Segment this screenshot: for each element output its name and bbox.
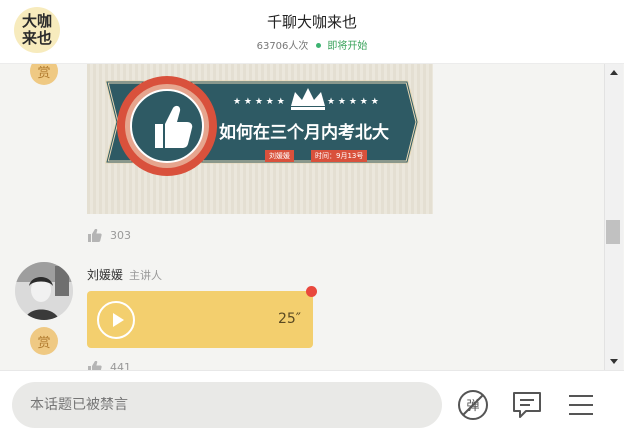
menu-button[interactable]	[564, 388, 598, 422]
svg-text:★ ★ ★ ★ ★: ★ ★ ★ ★ ★	[233, 97, 285, 107]
danmaku-off-icon: 弹	[458, 390, 488, 420]
play-button[interactable]	[97, 301, 135, 339]
scroll-thumb[interactable]	[606, 220, 620, 244]
scroll-up-arrow-icon[interactable]	[610, 70, 618, 75]
banner-like-button[interactable]: 303	[88, 229, 131, 242]
thumbs-up-icon	[88, 229, 102, 242]
reward-button[interactable]: 赏	[30, 64, 58, 85]
topic-meta: 63706人次 即将开始	[0, 37, 624, 52]
message-like-count: 441	[110, 361, 131, 370]
status-dot	[316, 43, 322, 48]
thumbs-up-icon	[88, 361, 102, 370]
course-banner-image[interactable]: ★ ★ ★ ★ ★ ★ ★ ★ ★ ★ 如何在三个月内考北大 刘媛媛 时间：9月…	[87, 64, 433, 214]
voice-duration: 25″	[277, 311, 301, 327]
page-title: 千聊大咖来也	[266, 13, 357, 31]
reward-label: 赏	[37, 65, 51, 81]
speaker-role: 主讲人	[129, 269, 163, 282]
comment-input[interactable]	[12, 382, 442, 428]
view-count: 63706人次	[256, 41, 309, 52]
comment-button[interactable]	[510, 388, 544, 422]
speaker-line: 刘媛媛 主讲人	[87, 266, 162, 283]
play-icon	[112, 313, 124, 327]
voice-message[interactable]: 25″	[87, 291, 313, 348]
reward-button-speaker[interactable]: 赏	[30, 327, 58, 355]
avatar-image	[15, 262, 73, 320]
bottom-bar: 弹	[0, 370, 624, 428]
message-like-button[interactable]: 441	[88, 361, 131, 370]
unread-dot	[306, 286, 317, 297]
comment-icon	[513, 392, 541, 418]
menu-icon	[569, 395, 593, 415]
reward-label: 赏	[37, 335, 51, 351]
banner-like-count: 303	[110, 229, 131, 242]
speaker-avatar[interactable]	[15, 262, 73, 320]
banner-speaker-tag: 刘媛媛	[265, 150, 294, 162]
danmaku-toggle-button[interactable]: 弹	[456, 388, 490, 422]
message-feed[interactable]: 赏 ★ ★ ★ ★ ★ ★ ★ ★ ★ ★ 如何在三个月内考北大 刘媛媛 时间：…	[0, 64, 604, 370]
banner-date-tag: 时间：9月13号	[311, 150, 368, 162]
scroll-down-arrow-icon[interactable]	[610, 359, 618, 364]
banner-headline: 如何在三个月内考北大	[219, 123, 389, 143]
svg-text:★ ★ ★ ★ ★: ★ ★ ★ ★ ★	[327, 97, 379, 107]
speaker-name: 刘媛媛	[87, 268, 124, 282]
feed-scrollbar[interactable]	[604, 64, 623, 370]
top-bar: 大咖来也 千聊大咖来也 63706人次 即将开始	[0, 0, 624, 64]
topic-status: 即将开始	[327, 41, 368, 52]
